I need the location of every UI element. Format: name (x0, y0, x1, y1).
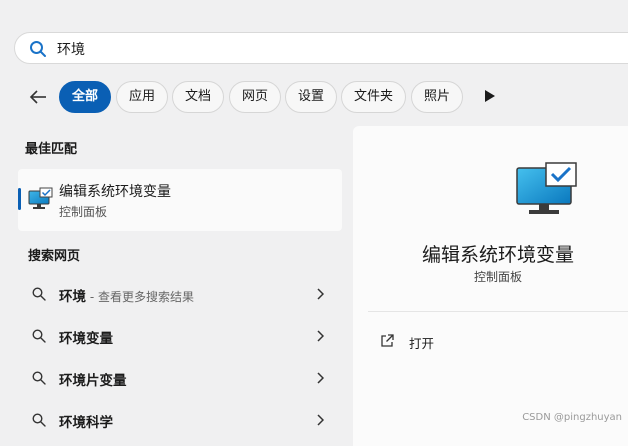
search-icon (32, 287, 46, 301)
selection-indicator (18, 188, 21, 210)
web-result-row[interactable]: 环境变量 (18, 316, 342, 356)
best-match-subtitle: 控制面板 (59, 205, 108, 219)
best-match-heading: 最佳匹配 (25, 142, 78, 157)
chevron-right-icon (317, 372, 324, 384)
open-external-icon (381, 334, 394, 347)
web-result-row[interactable]: 环境 - 查看更多搜索结果 (18, 274, 342, 314)
web-result-row[interactable]: 环境科学 (18, 400, 342, 440)
web-search-heading: 搜索网页 (28, 249, 81, 264)
back-arrow-icon[interactable] (28, 87, 48, 107)
search-icon (32, 329, 46, 343)
detail-subtitle: 控制面板 (473, 270, 522, 284)
detail-title: 编辑系统环境变量 (421, 244, 574, 266)
tab-folders[interactable]: 文件夹 (341, 81, 406, 113)
detail-panel (353, 126, 628, 446)
web-result-label: 环境片变量 (59, 373, 127, 389)
chevron-right-icon (317, 414, 324, 426)
search-input[interactable]: 环境 (14, 32, 628, 64)
tab-settings[interactable]: 设置 (285, 81, 337, 113)
web-result-label: 环境科学 (59, 415, 113, 431)
search-icon (32, 413, 46, 427)
open-action-label: 打开 (409, 336, 435, 351)
web-result-label: 环境变量 (59, 331, 113, 347)
tab-web[interactable]: 网页 (229, 81, 281, 113)
search-icon (30, 41, 46, 57)
best-match-title: 编辑系统环境变量 (59, 184, 171, 200)
watermark: CSDN @pingzhuyan (522, 412, 622, 423)
chevron-right-icon (317, 288, 324, 300)
monitor-check-icon (28, 187, 53, 209)
divider (368, 311, 628, 312)
best-match-item[interactable]: 编辑系统环境变量 控制面板 (18, 169, 342, 231)
monitor-check-icon (516, 162, 577, 214)
tab-apps[interactable]: 应用 (116, 81, 168, 113)
more-tabs-play-icon[interactable] (484, 89, 496, 103)
open-action[interactable]: 打开 (368, 326, 608, 356)
search-query-text: 环境 (57, 42, 85, 58)
chevron-right-icon (317, 330, 324, 342)
tab-photos[interactable]: 照片 (411, 81, 463, 113)
web-result-label: 环境 - 查看更多搜索结果 (59, 289, 194, 305)
web-result-row[interactable]: 环境片变量 (18, 358, 342, 398)
search-icon (32, 371, 46, 385)
tab-documents[interactable]: 文档 (172, 81, 224, 113)
tab-all[interactable]: 全部 (59, 81, 111, 113)
